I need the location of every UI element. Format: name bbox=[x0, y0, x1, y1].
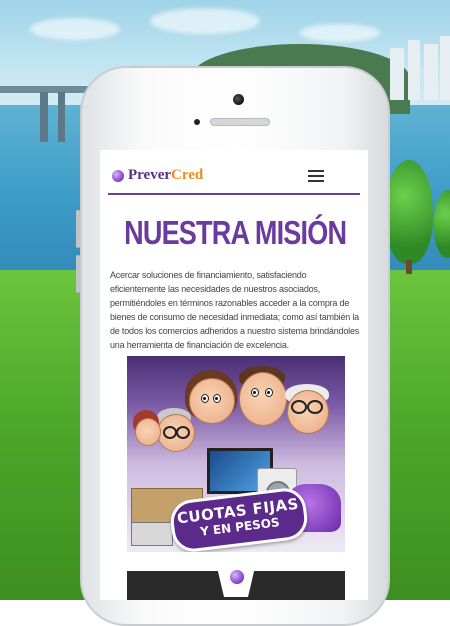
building bbox=[408, 40, 420, 100]
character-mother bbox=[189, 378, 235, 424]
cloud bbox=[150, 8, 260, 34]
cloud bbox=[300, 24, 380, 42]
character-father bbox=[239, 372, 287, 426]
volume-button bbox=[76, 255, 80, 293]
header-divider bbox=[108, 193, 360, 195]
page-title: NUESTRA MISIÓN bbox=[124, 214, 347, 251]
mission-paragraph: Acercar soluciones de financiamiento, sa… bbox=[110, 270, 360, 350]
hamburger-menu-icon[interactable] bbox=[308, 170, 328, 184]
building bbox=[440, 36, 450, 100]
bridge-pillar bbox=[58, 92, 65, 142]
logo-icon[interactable] bbox=[112, 170, 124, 182]
brand-name-part1: Prever bbox=[128, 167, 172, 183]
bridge-pillar bbox=[40, 92, 48, 142]
microwave-illustration bbox=[131, 522, 173, 546]
cloud bbox=[30, 18, 120, 40]
building bbox=[424, 44, 438, 100]
character-child bbox=[135, 418, 161, 446]
promo-banner[interactable]: CUOTAS FIJAS Y EN PESOS bbox=[127, 356, 345, 552]
brand-name-part2: Cred bbox=[171, 167, 204, 183]
building bbox=[390, 48, 404, 100]
brand-logo[interactable]: PreverCred bbox=[128, 167, 203, 184]
site-header: PreverCred bbox=[100, 150, 368, 194]
logo-icon[interactable] bbox=[230, 570, 244, 584]
front-camera bbox=[233, 94, 244, 105]
phone-screen: PreverCred NUESTRA MISIÓN Acercar soluci… bbox=[100, 150, 368, 600]
volume-button bbox=[76, 210, 80, 248]
earpiece-speaker bbox=[210, 118, 270, 126]
proximity-sensor bbox=[194, 119, 200, 125]
footer-bar bbox=[127, 563, 345, 600]
